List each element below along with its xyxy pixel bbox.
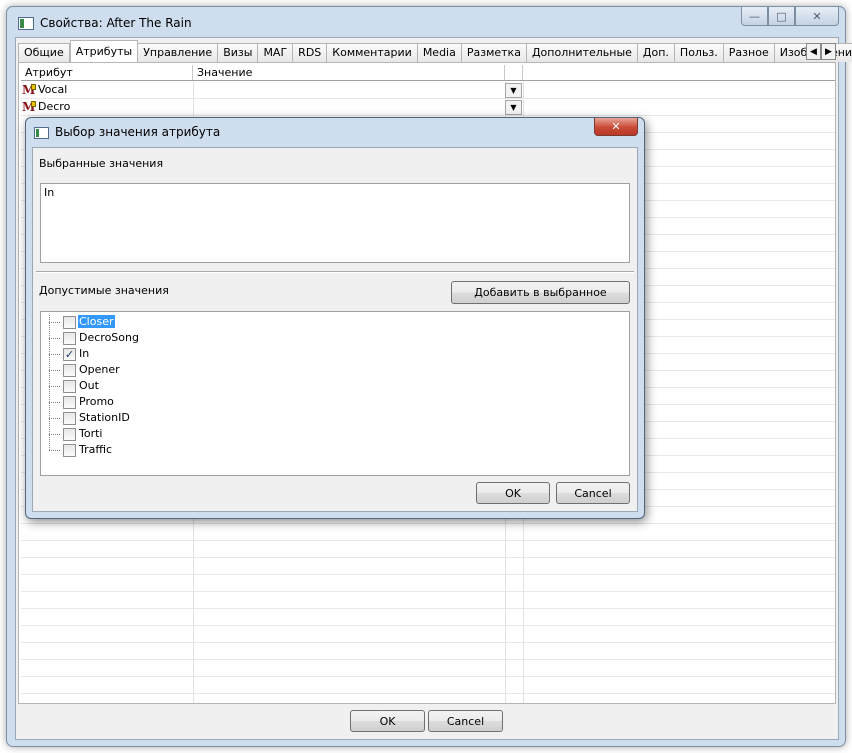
column-header-value[interactable]: Значение <box>193 65 505 80</box>
app-icon <box>18 17 34 30</box>
tree-item[interactable]: Promo <box>41 394 241 410</box>
tree-item-label: Torti <box>79 427 103 440</box>
selected-value-text: In <box>44 186 55 199</box>
grid-row[interactable]: M Decro ▼ <box>21 99 541 116</box>
tree-item-label: StationID <box>79 411 130 424</box>
checkbox[interactable] <box>63 332 76 345</box>
dropdown-arrow-icon[interactable]: ▼ <box>505 100 522 115</box>
tab-item[interactable]: Атрибуты <box>69 40 139 62</box>
tree-item-label: Closer <box>78 315 115 328</box>
tree-connector <box>49 402 61 403</box>
allowed-values-label: Допустимые значения <box>39 284 169 297</box>
cancel-button[interactable]: Cancel <box>428 710 503 732</box>
tree-item[interactable]: Torti <box>41 426 241 442</box>
tab-item[interactable]: Комментарии <box>327 43 418 62</box>
tab-strip: Общие Атрибуты Управление Визы МАГ RDS Коммент… <box>18 40 852 62</box>
tree-item-label: Out <box>79 379 99 392</box>
allowed-values-tree: Closer DecroSong ✓ In Opener Out Promo StationI… <box>40 311 630 476</box>
tree-item[interactable]: Traffic <box>41 442 241 458</box>
tab-item[interactable]: МАГ <box>258 43 294 62</box>
tree-item[interactable]: Opener <box>41 362 241 378</box>
dialog-ok-button[interactable]: OK <box>476 482 550 504</box>
grid-row[interactable]: M Vocal ▼ <box>21 82 541 99</box>
dialog-close-button[interactable]: ✕ <box>594 118 638 136</box>
dialog-title: Выбор значения атрибута <box>55 125 221 139</box>
tab-item[interactable]: Польз. <box>674 43 724 62</box>
add-to-selected-button[interactable]: Добавить в выбранное <box>451 281 630 304</box>
tree-item-label: Opener <box>79 363 120 376</box>
minimize-button[interactable]: — <box>741 7 768 26</box>
window-title: Свойства: After The Rain <box>40 16 192 30</box>
tree-item[interactable]: Out <box>41 378 241 394</box>
tab-item[interactable]: Разметка <box>461 43 527 62</box>
tree-item[interactable]: ✓ In <box>41 346 241 362</box>
attribute-value-dialog: Выбор значения атрибута ✕ Выбранные знач… <box>25 117 645 519</box>
tree-item-label: DecroSong <box>79 331 139 344</box>
tree-connector <box>49 354 61 355</box>
tab-item[interactable]: Доп. <box>637 43 675 62</box>
column-header-attribute[interactable]: Атрибут <box>21 65 193 80</box>
tree-item[interactable]: DecroSong <box>41 330 241 346</box>
tab-item[interactable]: RDS <box>293 43 328 62</box>
attribute-name: Vocal <box>38 83 68 96</box>
title-bar[interactable]: Свойства: After The Rain — □ ✕ <box>7 7 845 39</box>
selected-values-label: Выбранные значения <box>39 157 164 170</box>
tree-connector <box>49 322 61 323</box>
checkbox[interactable]: ✓ <box>63 348 76 361</box>
tree-item-label: Traffic <box>79 443 113 456</box>
section-divider <box>36 271 634 273</box>
tab-scroll: ◀ ▶ <box>806 43 836 60</box>
tree-connector <box>49 418 61 419</box>
tab-item[interactable]: Media <box>417 43 462 62</box>
multi-value-icon: M <box>22 83 36 97</box>
tab-item[interactable]: Общие <box>18 43 70 62</box>
close-button[interactable]: ✕ <box>795 7 839 26</box>
checkbox[interactable] <box>63 380 76 393</box>
dialog-app-icon <box>34 127 49 139</box>
dropdown-arrow-icon[interactable]: ▼ <box>505 83 522 98</box>
checkbox[interactable] <box>63 428 76 441</box>
checkbox[interactable] <box>63 444 76 457</box>
selected-values-box[interactable]: In <box>40 183 630 263</box>
maximize-button[interactable]: □ <box>768 7 795 26</box>
checkbox[interactable] <box>63 396 76 409</box>
tree-item-label: In <box>79 347 90 360</box>
tab-item[interactable]: Управление <box>138 43 219 62</box>
window-button-bar: OK Cancel <box>16 705 838 739</box>
tree-item[interactable]: Closer <box>41 314 241 330</box>
tree-connector <box>49 370 61 371</box>
tab-scroll-left-icon[interactable]: ◀ <box>806 43 821 60</box>
tree-item-label: Promo <box>79 395 114 408</box>
grid-header: Атрибут Значение <box>21 65 835 81</box>
tree-connector <box>49 434 61 435</box>
caption-buttons: — □ ✕ <box>741 7 839 27</box>
tab-item[interactable]: Разное <box>723 43 775 62</box>
tree-item[interactable]: StationID <box>41 410 241 426</box>
checkbox[interactable] <box>63 316 76 329</box>
multi-value-icon: M <box>22 100 36 114</box>
tab-item[interactable]: Визы <box>218 43 259 62</box>
column-header-dropdown <box>505 65 523 80</box>
checkbox[interactable] <box>63 364 76 377</box>
dialog-cancel-button[interactable]: Cancel <box>556 482 630 504</box>
tree-connector <box>49 386 61 387</box>
dialog-client: Выбранные значения In Допустимые значени… <box>32 147 638 512</box>
tree-connector <box>49 338 61 339</box>
properties-window: Свойства: After The Rain — □ ✕ Общие Атри… <box>0 0 852 753</box>
tab-item[interactable]: Дополнительные <box>526 43 638 62</box>
ok-button[interactable]: OK <box>350 710 425 732</box>
tab-scroll-right-icon[interactable]: ▶ <box>821 43 836 60</box>
attribute-name: Decro <box>38 100 71 113</box>
tree-connector <box>49 450 61 451</box>
checkbox[interactable] <box>63 412 76 425</box>
